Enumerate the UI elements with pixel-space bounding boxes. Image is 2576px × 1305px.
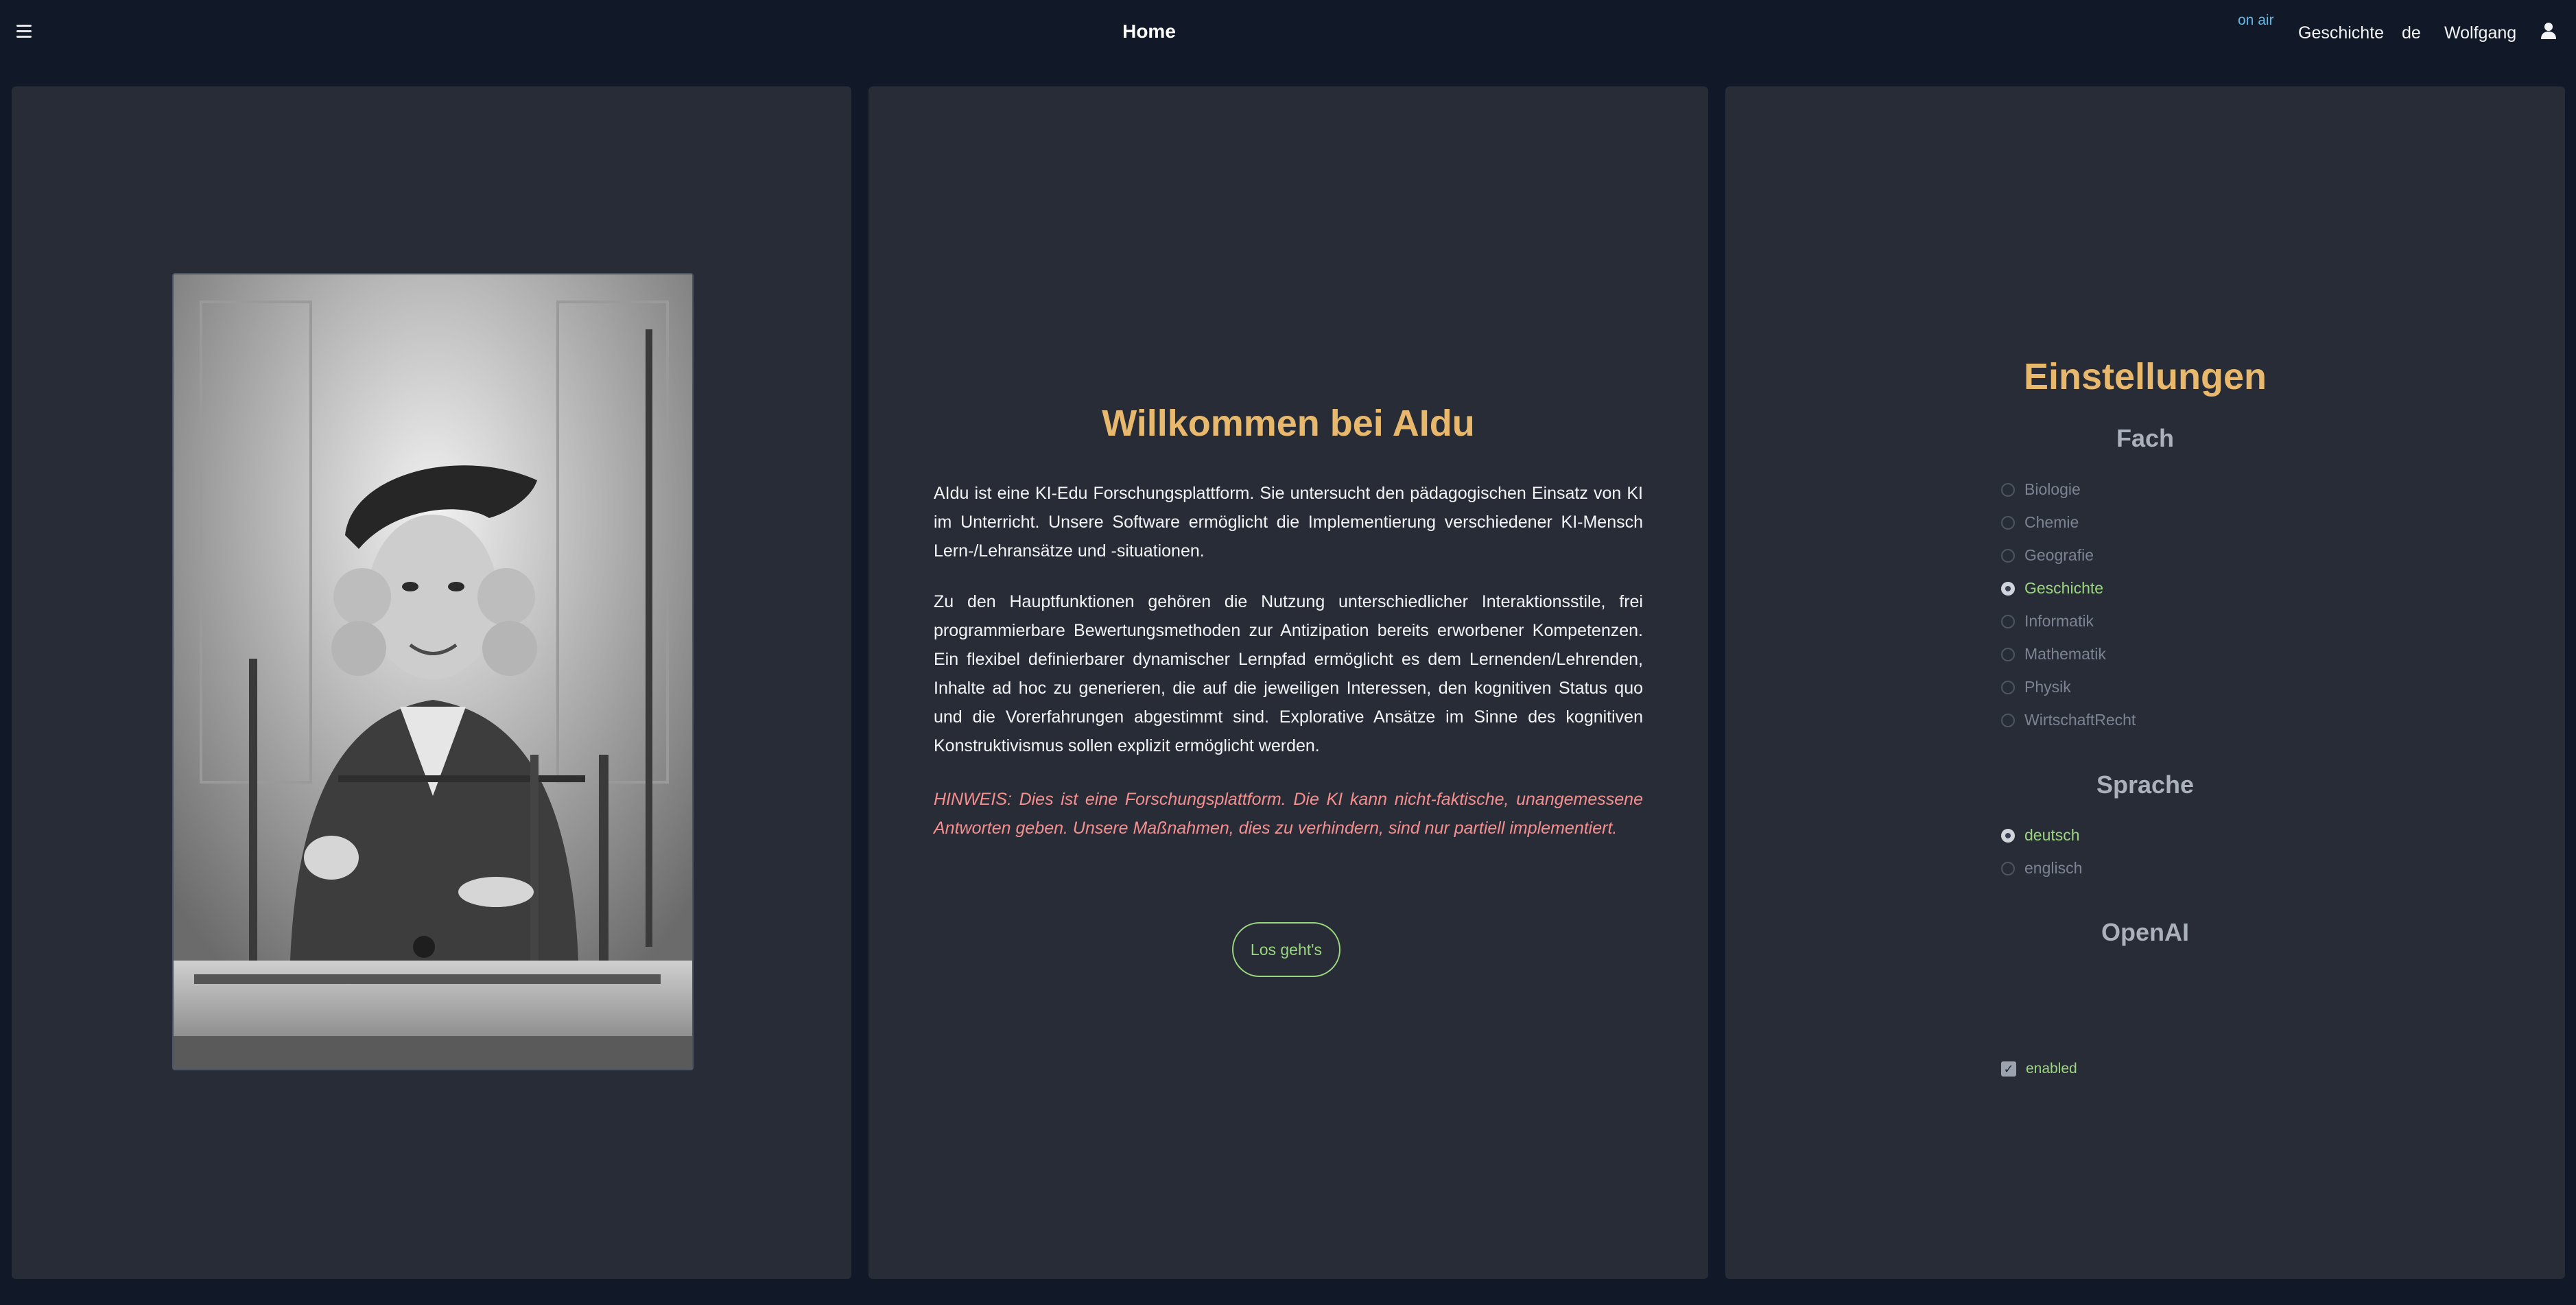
welcome-heading: Willkommen bei AIdu: [1102, 403, 1475, 444]
openai-enabled-label: enabled: [2026, 1061, 2077, 1077]
radio-icon[interactable]: [2001, 614, 2015, 628]
subject-option[interactable]: Mathematik: [2001, 645, 2106, 663]
radio-icon[interactable]: [2001, 861, 2015, 875]
checkmark-icon[interactable]: ✓: [2001, 1061, 2016, 1077]
subject-menu[interactable]: Geschichte: [2298, 23, 2384, 43]
language-option-label: englisch: [2024, 859, 2083, 877]
radio-icon[interactable]: [2001, 680, 2015, 694]
radio-icon[interactable]: [2001, 581, 2015, 596]
subject-heading: Fach: [2116, 424, 2175, 452]
subject-option[interactable]: WirtschaftRecht: [2001, 711, 2136, 729]
user-icon[interactable]: [2538, 21, 2559, 41]
subject-option[interactable]: Geschichte: [2001, 579, 2103, 598]
subject-option-label: Informatik: [2024, 612, 2094, 630]
features-text: Zu den Hauptfunktionen gehören die Nutzu…: [934, 592, 1643, 755]
subject-option-label: Geografie: [2024, 546, 2094, 564]
language-option-label: deutsch: [2024, 826, 2080, 844]
subject-option-label: Geschichte: [2024, 579, 2104, 597]
language-option[interactable]: deutsch: [2001, 826, 2080, 845]
subject-option[interactable]: Physik: [2001, 678, 2071, 696]
openai-enabled-checkbox[interactable]: ✓ enabled: [2001, 1061, 2077, 1077]
status-badge: on air: [2238, 12, 2274, 28]
subject-option[interactable]: Chemie: [2001, 513, 2079, 532]
language-menu[interactable]: de: [2402, 23, 2421, 43]
radio-icon[interactable]: [2001, 647, 2015, 661]
openai-heading: OpenAI: [2101, 918, 2189, 946]
radio-icon[interactable]: [2001, 548, 2015, 563]
subject-option[interactable]: Geografie: [2001, 546, 2094, 565]
radio-icon[interactable]: [2001, 482, 2015, 497]
notice-text: HINWEIS: Dies ist eine Forschungsplattfo…: [934, 790, 1643, 838]
user-name[interactable]: Wolfgang: [2444, 23, 2516, 43]
top-bar: Home on air Geschichte de Wolfgang: [0, 0, 2576, 69]
subject-option-label: Mathematik: [2024, 645, 2106, 663]
intro-text: AIdu ist eine KI-Edu Forschungsplattform…: [934, 484, 1643, 561]
welcome-panel: Willkommen bei AIdu AIdu ist eine KI-Edu…: [868, 86, 1708, 1279]
subject-option-label: Biologie: [2024, 480, 2081, 498]
subject-option-label: WirtschaftRecht: [2024, 711, 2136, 729]
page-title: Home: [1122, 21, 1176, 42]
settings-title: Einstellungen: [2023, 356, 2267, 397]
settings-panel: Einstellungen Fach Biologie Chemie Geograf…: [1725, 86, 2565, 1279]
subject-option[interactable]: Biologie: [2001, 480, 2081, 499]
radio-icon[interactable]: [2001, 515, 2015, 530]
image-panel: [12, 86, 851, 1279]
language-option[interactable]: englisch: [2001, 859, 2082, 878]
subject-option[interactable]: Informatik: [2001, 612, 2094, 631]
subject-option-label: Chemie: [2024, 513, 2079, 531]
subject-option-label: Physik: [2024, 678, 2071, 696]
start-button[interactable]: Los geht's: [1232, 922, 1340, 977]
language-heading: Sprache: [2096, 771, 2195, 799]
radio-icon[interactable]: [2001, 828, 2015, 843]
portrait-image: [172, 273, 694, 1070]
radio-icon[interactable]: [2001, 713, 2015, 727]
